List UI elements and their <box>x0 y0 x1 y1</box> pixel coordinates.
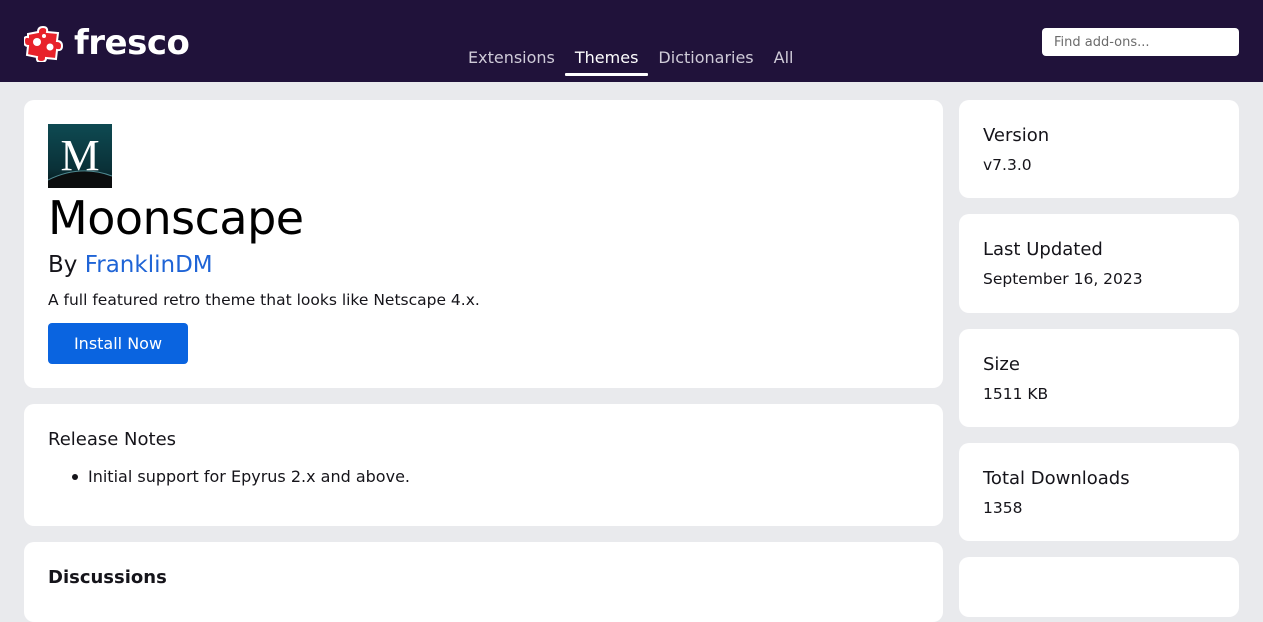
install-button[interactable]: Install Now <box>48 323 188 364</box>
release-notes-title: Release Notes <box>48 429 177 450</box>
nav-extensions[interactable]: Extensions <box>458 40 565 76</box>
main-nav: Extensions Themes Dictionaries All <box>458 40 803 76</box>
site-logo[interactable]: fresco <box>24 23 190 63</box>
by-prefix: By <box>48 252 78 278</box>
downloads-label: Total Downloads <box>983 468 1130 489</box>
moonscape-theme-icon: M <box>48 124 112 188</box>
size-label: Size <box>983 354 1020 375</box>
theme-icon-letter: M <box>60 131 99 180</box>
author-link[interactable]: FranklinDM <box>85 252 213 278</box>
addon-byline: By FranklinDM <box>48 250 213 280</box>
downloads-value: 1358 <box>983 499 1023 517</box>
logo-text: fresco <box>74 23 190 63</box>
addon-title: Moonscape <box>48 191 304 245</box>
downloads-card: Total Downloads 1358 <box>959 443 1239 541</box>
size-value: 1511 KB <box>983 385 1049 403</box>
release-notes-list: Initial support for Epyrus 2.x and above… <box>72 466 410 488</box>
nav-themes[interactable]: Themes <box>564 40 649 76</box>
size-card: Size 1511 KB <box>959 329 1239 427</box>
addon-card: M Moonscape By FranklinDM A full feature… <box>24 100 943 388</box>
discussions-title: Discussions <box>48 567 167 588</box>
search-input[interactable] <box>1042 28 1239 56</box>
version-card: Version v7.3.0 <box>959 100 1239 198</box>
last-updated-label: Last Updated <box>983 239 1103 260</box>
site-header: fresco Extensions Themes Dictionaries Al… <box>0 0 1263 82</box>
puzzle-logo-icon <box>24 25 64 62</box>
discussions-card: Discussions <box>24 542 943 622</box>
last-updated-value: September 16, 2023 <box>983 270 1143 288</box>
extra-info-card <box>959 557 1239 617</box>
last-updated-card: Last Updated September 16, 2023 <box>959 214 1239 313</box>
list-item: Initial support for Epyrus 2.x and above… <box>72 466 410 488</box>
nav-dictionaries[interactable]: Dictionaries <box>648 40 763 76</box>
addon-summary: A full featured retro theme that looks l… <box>48 291 480 309</box>
nav-all[interactable]: All <box>764 40 804 76</box>
version-value: v7.3.0 <box>983 156 1032 174</box>
version-label: Version <box>983 125 1050 146</box>
release-notes-card: Release Notes Initial support for Epyrus… <box>24 404 943 526</box>
